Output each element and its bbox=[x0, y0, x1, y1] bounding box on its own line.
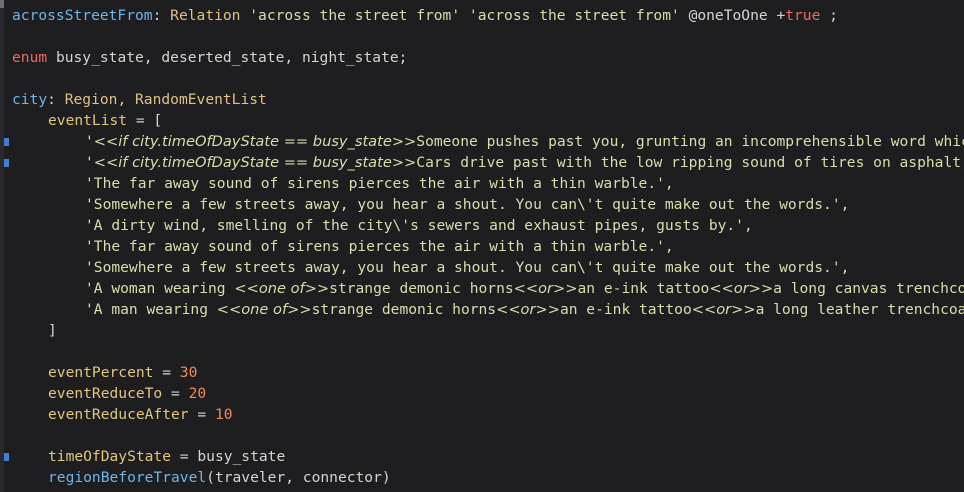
macro-tag: <<if city.timeOfDayState == busy_state>> bbox=[93, 133, 417, 150]
scroll-indicator bbox=[0, 0, 4, 8]
macro-tag: <<one of>> bbox=[234, 280, 330, 297]
property-name: eventPercent bbox=[48, 364, 154, 381]
macro-tag: <<one of>> bbox=[216, 301, 312, 318]
operator: = bbox=[153, 364, 180, 381]
code-text: (traveler, connector) bbox=[206, 469, 391, 486]
change-marker bbox=[4, 159, 9, 167]
punctuation: : bbox=[152, 7, 171, 24]
punctuation: : bbox=[47, 91, 65, 108]
identifier: acrossStreetFrom bbox=[12, 7, 153, 24]
code-line-11: 'Somewhere a few streets away, you hear … bbox=[85, 259, 850, 276]
property-name: eventReduceAfter bbox=[48, 406, 189, 423]
change-marker bbox=[4, 138, 9, 146]
operator: = bbox=[162, 385, 189, 402]
code-text: = busy_state bbox=[171, 448, 286, 465]
macro-tag: <<if city.timeOfDayState == busy_state>> bbox=[93, 154, 417, 171]
code-line-7: 'The far away sound of sirens pierces th… bbox=[85, 175, 674, 192]
number-literal: 10 bbox=[214, 406, 233, 423]
code-line-5: '<<if city.timeOfDayState == busy_state>… bbox=[12, 131, 964, 152]
keyword: true bbox=[785, 7, 821, 24]
punctuation: ; bbox=[820, 7, 838, 24]
string-literal: ' bbox=[85, 154, 94, 171]
function-name: regionBeforeTravel bbox=[48, 469, 207, 486]
gutter bbox=[0, 0, 4, 492]
property-name: timeOfDayState bbox=[48, 448, 172, 465]
code-line-10: 'The far away sound of sirens pierces th… bbox=[85, 238, 674, 255]
string-literal: strange demonic horns bbox=[311, 301, 497, 318]
code-line-8: 'Somewhere a few streets away, you hear … bbox=[85, 196, 850, 213]
code-line-12: 'A woman wearing <<one of>>strange demon… bbox=[12, 278, 964, 299]
attribute: @oneToOne + bbox=[688, 7, 786, 24]
macro-tag: <<or>> bbox=[691, 301, 756, 318]
change-marker bbox=[4, 453, 9, 461]
string-literal: a long canvas trenchcoat p bbox=[773, 280, 964, 297]
code-text: busy_state, deserted_state, night_state; bbox=[47, 49, 408, 66]
macro-tag: <<or>> bbox=[496, 301, 560, 318]
code-line-16: eventPercent = 30 bbox=[12, 362, 197, 383]
code-line-21: regionBeforeTravel(traveler, connector) bbox=[12, 467, 391, 488]
code-line-17: eventReduceTo = 20 bbox=[12, 383, 206, 404]
class-name: Region, RandomEventList bbox=[64, 91, 267, 108]
string-literal: Someone pushes past you, grunting an inc… bbox=[416, 133, 964, 150]
string-literal: an e-ink tattoo bbox=[577, 280, 710, 297]
string-literal: Cars drive past with the low ripping sou… bbox=[416, 154, 964, 171]
number-literal: 20 bbox=[188, 385, 207, 402]
string-literal: 'A man wearing bbox=[85, 301, 217, 318]
code-line-14: ] bbox=[48, 322, 57, 339]
code-line-4: eventList = [ bbox=[12, 110, 162, 131]
code-line-13: 'A man wearing <<one of>>strange demonic… bbox=[12, 299, 964, 320]
property-name: eventList bbox=[48, 112, 128, 129]
macro-tag: <<or>> bbox=[709, 280, 774, 297]
identifier: city bbox=[12, 91, 48, 108]
macro-tag: <<or>> bbox=[513, 280, 578, 297]
code-line-1: acrossStreetFrom: Relation 'across the s… bbox=[12, 5, 838, 26]
code-text: = [ bbox=[127, 112, 163, 129]
code-line-2: enum busy_state, deserted_state, night_s… bbox=[12, 47, 407, 68]
string-literal: 'across the street from' 'across the str… bbox=[240, 7, 689, 24]
code-line-18: eventReduceAfter = 10 bbox=[12, 404, 233, 425]
string-literal: strange demonic horns bbox=[329, 280, 514, 297]
code-line-3: city: Region, RandomEventList bbox=[12, 89, 267, 110]
string-literal: ' bbox=[85, 133, 94, 150]
code-line-6: '<<if city.timeOfDayState == busy_state>… bbox=[12, 152, 964, 173]
code-line-9: 'A dirty wind, smelling of the city\'s s… bbox=[85, 217, 753, 234]
keyword: enum bbox=[12, 49, 48, 66]
class-name: Relation bbox=[170, 7, 241, 24]
property-name: eventReduceTo bbox=[48, 385, 163, 402]
code-editor[interactable]: acrossStreetFrom: Relation 'across the s… bbox=[0, 0, 964, 492]
string-literal: 'A woman wearing bbox=[85, 280, 235, 297]
operator: = bbox=[188, 406, 215, 423]
number-literal: 30 bbox=[179, 364, 198, 381]
code-line-20: timeOfDayState = busy_state bbox=[12, 446, 285, 467]
string-literal: an e-ink tattoo bbox=[559, 301, 692, 318]
string-literal: a long leather trenchcoat pu bbox=[755, 301, 964, 318]
